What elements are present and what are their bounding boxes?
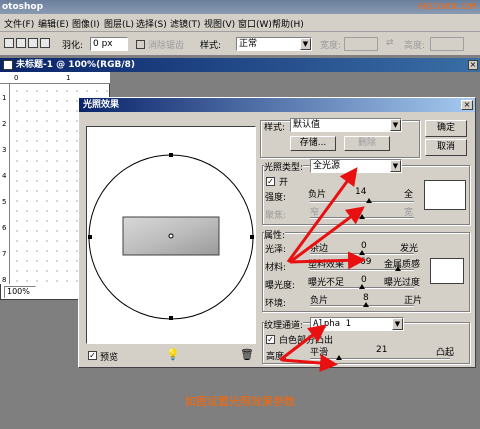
- annotation-arrow: [289, 206, 365, 264]
- annotation-arrow: [286, 167, 358, 263]
- annotation-arrows: [279, 167, 366, 373]
- annotation-arrow: [281, 354, 338, 373]
- caption: 如图设置光照效果参数: [185, 395, 295, 408]
- annotation-arrow: [289, 251, 366, 270]
- annotation-arrow: [279, 324, 327, 362]
